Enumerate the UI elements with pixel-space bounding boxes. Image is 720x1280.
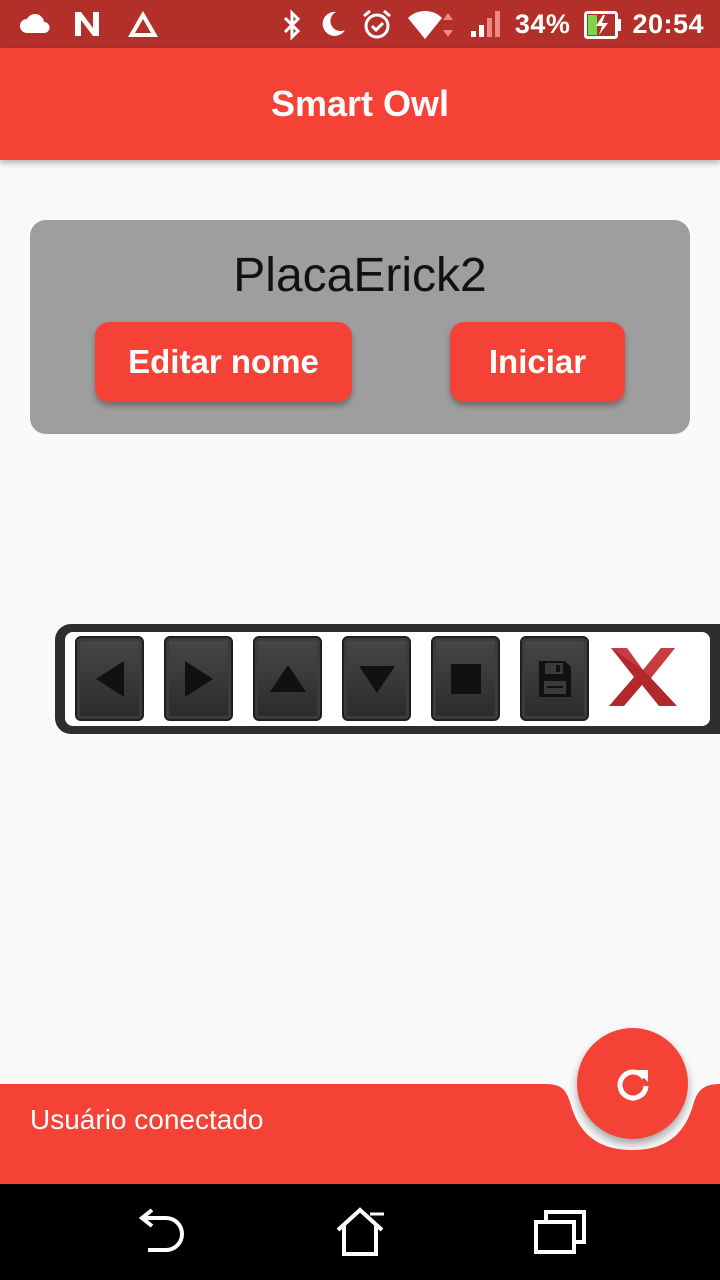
warning-triangle-icon: [126, 9, 160, 39]
device-name: PlacaErick2: [233, 249, 487, 302]
start-button[interactable]: Iniciar: [450, 322, 625, 402]
stop-icon: [450, 663, 481, 694]
app-bar: Smart Owl: [0, 48, 720, 160]
battery-percent: 34%: [514, 8, 571, 39]
home-icon: [336, 1207, 384, 1256]
status-message: Usuário conectado: [30, 1104, 264, 1135]
screen: 34% 20:54 Smart Owl PlacaErick2 Editar n…: [0, 0, 720, 1280]
back-icon: [138, 1208, 184, 1252]
recents-icon: [534, 1210, 586, 1254]
close-button[interactable]: [605, 642, 681, 712]
close-x-icon: [609, 648, 677, 706]
signal-icon: [469, 9, 501, 39]
moon-icon: [317, 9, 347, 39]
refresh-fab[interactable]: [577, 1028, 688, 1139]
arrow-right-icon: [184, 660, 213, 697]
n-notification-icon: [72, 9, 106, 39]
stop-button[interactable]: [431, 636, 500, 721]
wifi-icon: [407, 9, 455, 39]
app-title: Smart Owl: [270, 83, 450, 124]
bluetooth-icon: [281, 9, 303, 41]
arrow-down-icon: [358, 665, 395, 693]
back-button[interactable]: [130, 1204, 190, 1260]
save-button[interactable]: [520, 636, 589, 721]
status-bar: 34% 20:54: [0, 0, 720, 48]
refresh-icon: [617, 1069, 648, 1100]
home-button[interactable]: [330, 1204, 390, 1260]
navigation-bar: [0, 1184, 720, 1280]
battery-icon: [584, 11, 622, 39]
arrow-left-button[interactable]: [75, 636, 144, 721]
arrow-down-button[interactable]: [342, 636, 411, 721]
arrow-up-icon: [269, 664, 306, 692]
alarm-icon: [361, 9, 393, 39]
clock: 20:54: [632, 8, 704, 39]
save-icon: [538, 660, 571, 697]
arrow-right-button[interactable]: [164, 636, 233, 721]
arrow-left-icon: [95, 660, 124, 697]
recents-button[interactable]: [530, 1204, 590, 1260]
arrow-up-button[interactable]: [253, 636, 322, 721]
edit-name-button[interactable]: Editar nome: [95, 322, 352, 402]
cloud-icon: [18, 9, 52, 39]
